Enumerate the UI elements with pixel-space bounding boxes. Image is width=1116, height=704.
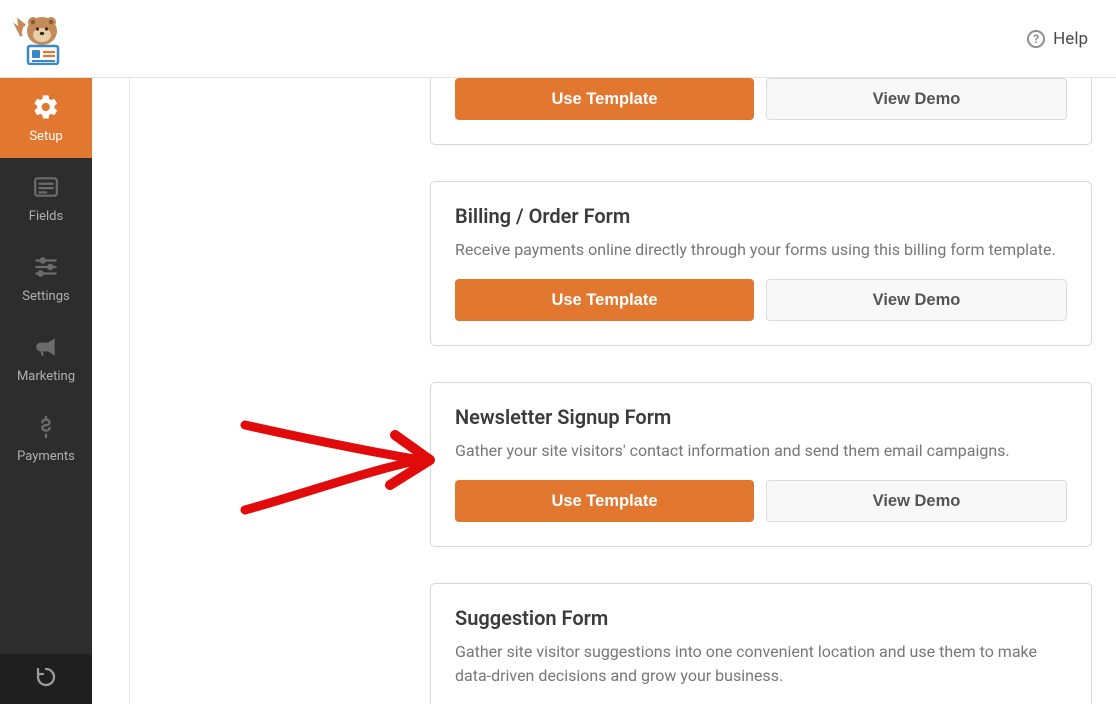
template-description: Gather your site visitors' contact infor… — [455, 439, 1067, 462]
sidebar-item-settings[interactable]: Settings — [0, 238, 92, 318]
template-description: Gather site visitor suggestions into one… — [455, 640, 1067, 686]
template-title: Suggestion Form — [455, 606, 1067, 630]
template-description: Receive payments online directly through… — [455, 238, 1067, 261]
template-button-row: Use Template View Demo — [455, 279, 1067, 321]
main-content: Use Template View Demo Billing / Order F… — [130, 78, 1116, 704]
template-card-newsletter: Newsletter Signup Form Gather your site … — [430, 382, 1092, 547]
gear-icon — [30, 93, 62, 121]
topbar: ? Help — [0, 0, 1116, 78]
sidebar-item-label: Marketing — [17, 369, 75, 384]
dollar-icon — [30, 413, 62, 441]
sidebar-item-label: Settings — [22, 289, 69, 304]
help-label: Help — [1053, 29, 1088, 49]
template-button-row: Use Template View Demo — [455, 78, 1067, 120]
view-demo-button[interactable]: View Demo — [766, 279, 1067, 321]
sidebar: Setup Fields Settings Marketing Payments — [0, 78, 92, 704]
template-title: Newsletter Signup Form — [455, 405, 1067, 429]
sliders-icon — [30, 253, 62, 281]
history-icon — [34, 665, 58, 693]
sidebar-item-payments[interactable]: Payments — [0, 398, 92, 478]
app-logo — [12, 13, 72, 65]
secondary-column — [92, 78, 130, 704]
template-card-billing: Billing / Order Form Receive payments on… — [430, 181, 1092, 346]
sidebar-item-marketing[interactable]: Marketing — [0, 318, 92, 398]
help-link[interactable]: ? Help — [1027, 29, 1088, 49]
sidebar-item-label: Payments — [17, 449, 75, 464]
use-template-button[interactable]: Use Template — [455, 78, 754, 120]
template-list: Use Template View Demo Billing / Order F… — [130, 78, 1116, 704]
sidebar-history-button[interactable] — [0, 654, 92, 704]
use-template-button[interactable]: Use Template — [455, 279, 754, 321]
sidebar-item-label: Setup — [29, 129, 62, 144]
template-button-row: Use Template View Demo — [455, 480, 1067, 522]
megaphone-icon — [30, 333, 62, 361]
template-card: Use Template View Demo — [430, 78, 1092, 145]
sidebar-item-label: Fields — [29, 209, 63, 224]
view-demo-button[interactable]: View Demo — [766, 480, 1067, 522]
view-demo-button[interactable]: View Demo — [766, 78, 1067, 120]
use-template-button[interactable]: Use Template — [455, 480, 754, 522]
help-icon: ? — [1027, 30, 1045, 48]
template-title: Billing / Order Form — [455, 204, 1067, 228]
sidebar-item-setup[interactable]: Setup — [0, 78, 92, 158]
sidebar-item-fields[interactable]: Fields — [0, 158, 92, 238]
fields-icon — [30, 173, 62, 201]
template-card-suggestion: Suggestion Form Gather site visitor sugg… — [430, 583, 1092, 704]
